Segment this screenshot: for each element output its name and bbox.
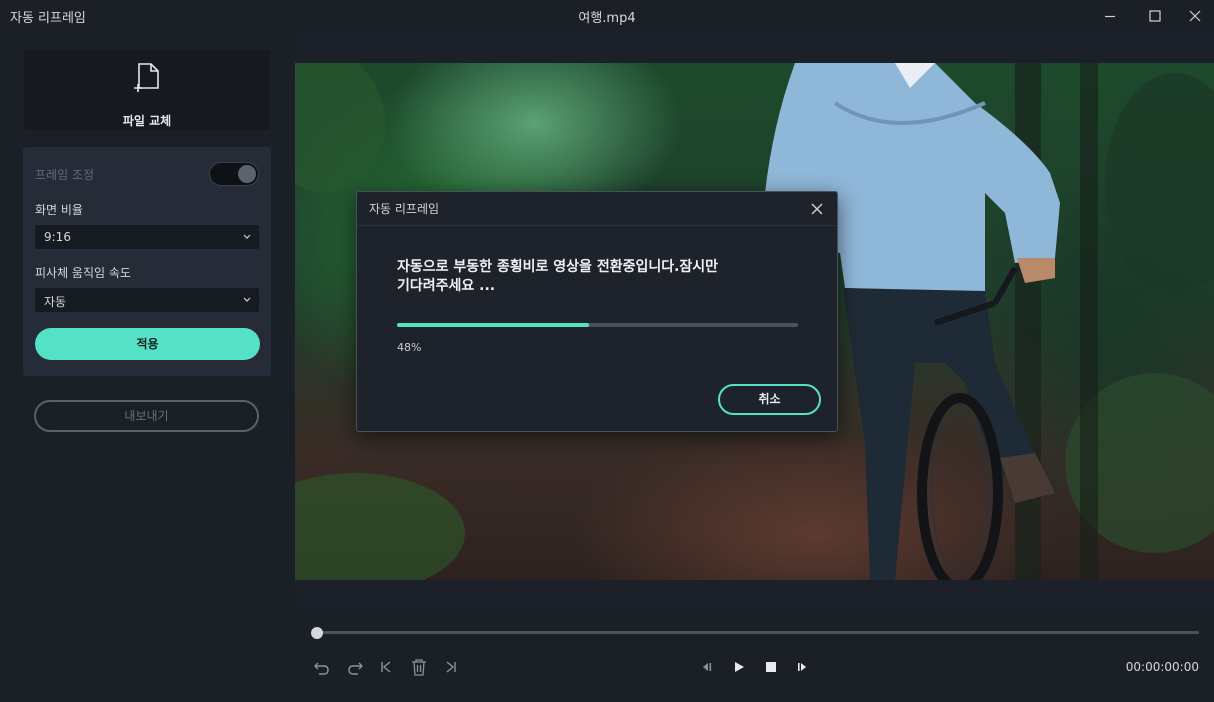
- next-frame-icon: [798, 663, 806, 671]
- playback-controls: 00:00:00:00: [294, 611, 1214, 702]
- dialog-message: 자동으로 부동한 종횡비로 영상을 전환중입니다.잠시만 기다려주세요 ...: [397, 259, 719, 294]
- dialog-divider: [357, 225, 837, 226]
- go-to-end-button[interactable]: [441, 657, 461, 677]
- go-to-start-button[interactable]: [376, 657, 396, 677]
- undo-button[interactable]: [312, 657, 332, 677]
- close-icon: [1189, 10, 1201, 22]
- motion-speed-value: 자동: [44, 295, 67, 309]
- seek-handle[interactable]: [311, 627, 323, 639]
- frame-adjust-toggle[interactable]: [209, 162, 259, 186]
- frame-adjust-label: 프레임 조정: [35, 168, 95, 182]
- file-title: 여행.mp4: [578, 11, 636, 26]
- minimize-button[interactable]: [1087, 0, 1133, 32]
- delete-button[interactable]: [409, 657, 429, 677]
- stop-icon: [766, 662, 776, 672]
- left-panel: 파일 교체 프레임 조정 화면 비율 9:16 피사체 움직임 속도 자동 적용…: [0, 32, 294, 702]
- minimize-icon: [1105, 15, 1115, 18]
- chevron-down-icon: [243, 234, 251, 239]
- previous-frame-button[interactable]: [696, 657, 716, 677]
- aspect-ratio-value: 9:16: [44, 230, 71, 244]
- progress-bar: [397, 323, 798, 327]
- undo-icon: [314, 662, 329, 675]
- aspect-ratio-select[interactable]: 9:16: [35, 225, 259, 249]
- seek-bar[interactable]: [317, 631, 1199, 634]
- trash-icon: [412, 659, 426, 676]
- redo-icon: [348, 662, 363, 675]
- title-bar: 자동 리프레임 여행.mp4: [0, 0, 1214, 32]
- timecode: 00:00:00:00: [1125, 660, 1199, 674]
- toggle-knob: [238, 165, 256, 183]
- file-plus-icon: [134, 63, 159, 92]
- motion-speed-label: 피사체 움직임 속도: [35, 266, 131, 280]
- motion-speed-select[interactable]: 자동: [35, 288, 259, 312]
- play-icon: [735, 662, 744, 672]
- next-frame-button[interactable]: [793, 657, 813, 677]
- stop-button[interactable]: [761, 657, 781, 677]
- chevron-down-icon: [243, 297, 251, 302]
- settings-card: 프레임 조정 화면 비율 9:16 피사체 움직임 속도 자동 적용: [23, 147, 271, 376]
- replace-file-label: 파일 교체: [122, 114, 172, 128]
- progress-percent: 48%: [397, 341, 422, 354]
- apply-button[interactable]: 적용: [35, 328, 260, 360]
- app-title: 자동 리프레임: [10, 11, 86, 26]
- skip-start-icon: [381, 661, 391, 673]
- previous-frame-icon: [703, 663, 712, 671]
- play-button[interactable]: [729, 657, 749, 677]
- progress-fill: [397, 323, 590, 327]
- skip-end-icon: [446, 661, 456, 673]
- dialog-title: 자동 리프레임: [369, 202, 440, 216]
- aspect-ratio-label: 화면 비율: [35, 203, 83, 217]
- redo-button[interactable]: [345, 657, 365, 677]
- replace-file-button[interactable]: 파일 교체: [24, 50, 270, 130]
- cancel-button[interactable]: 취소: [718, 384, 821, 415]
- export-button[interactable]: 내보내기: [34, 400, 259, 432]
- reframe-dialog: 자동 리프레임 자동으로 부동한 종횡비로 영상을 전환중입니다.잠시만 기다려…: [356, 191, 838, 432]
- dialog-close-icon[interactable]: [809, 201, 825, 217]
- close-button[interactable]: [1172, 0, 1214, 32]
- maximize-icon: [1149, 10, 1161, 22]
